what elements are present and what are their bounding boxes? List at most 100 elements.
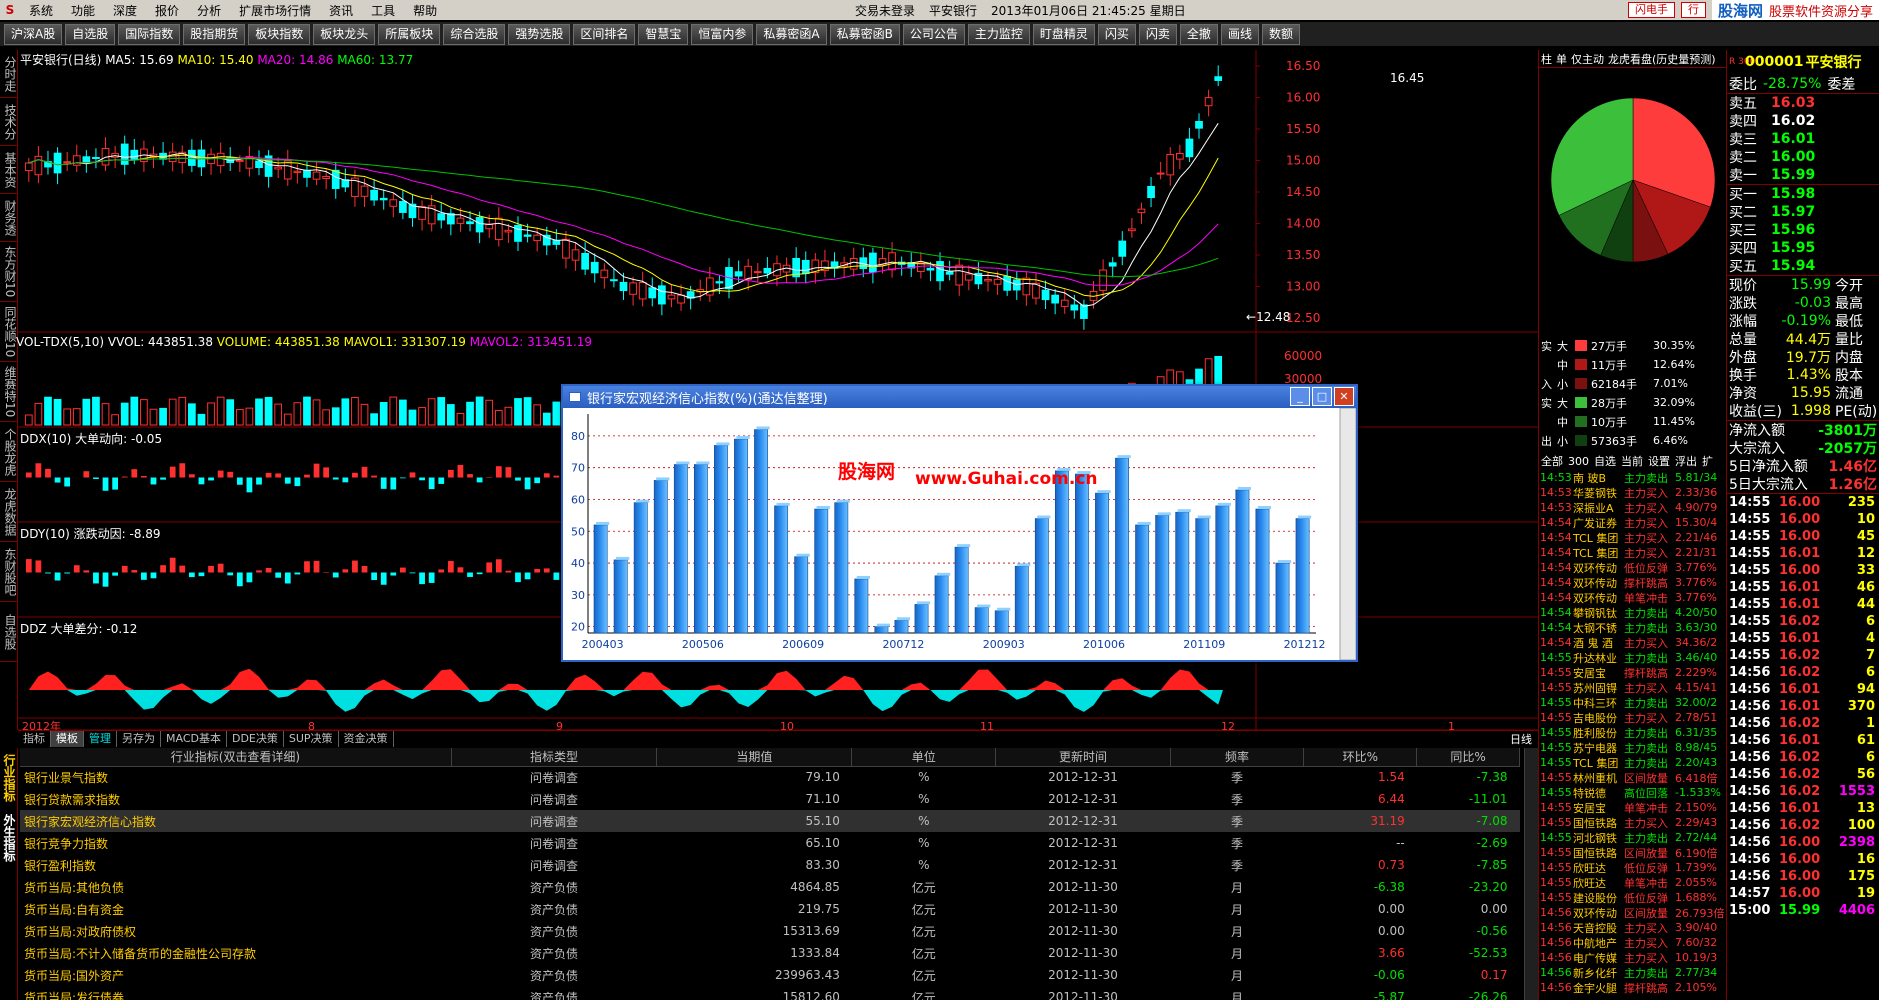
popup-scrollbar[interactable]	[1339, 408, 1356, 660]
radar-item[interactable]: 14:56 金宇火腿 撑杆跳高 2.105%	[1539, 980, 1727, 995]
radar-item[interactable]: 14:54 攀钢钒钛 主力卖出 4.20/50	[1539, 605, 1727, 620]
menu-item-2[interactable]: 深度	[104, 2, 146, 19]
radar-item[interactable]: 14:54 TCL 集团 主力买入 2.21/46	[1539, 530, 1727, 545]
radar-tab-0[interactable]: 全部	[1541, 453, 1563, 469]
table-row[interactable]: 货币当局:发行债券 资产负债 15812.60 亿元 2012-11-30 月 -5.87 -…	[20, 986, 1520, 1000]
table-row[interactable]: 货币当局:对政府债权 资产负债 15313.69 亿元 2012-11-30 月 0.00 -…	[20, 920, 1520, 942]
radar-item[interactable]: 14:54 酒 鬼 酒主力买入 34.36/2	[1539, 635, 1727, 650]
toolbar-button-3[interactable]: 股指期货	[183, 23, 246, 45]
flash-trade-button[interactable]: 闪电手	[1627, 2, 1675, 18]
radar-item[interactable]: 14:55 安居宝 撑杆跳高 2.229%	[1539, 665, 1727, 680]
left-tab-0[interactable]: 分时走势	[0, 50, 18, 98]
indicator-chart-window[interactable]: 银行家宏观经济信心指数(%)(通达信整理) _ □ ✕ 80 70 60 50 40 30…	[561, 384, 1358, 662]
right-mid-tab-3[interactable]: 龙虎看盘(历史量预测)	[1608, 51, 1716, 67]
table-row[interactable]: 银行贷款需求指数 问卷调查 71.10% 2012-12-31 季 6.44 -11.01	[20, 788, 1520, 810]
radar-tab-2[interactable]: 自选	[1594, 453, 1616, 469]
radar-item[interactable]: 14:55 欣旺达 低位反弹 1.739%	[1539, 860, 1727, 875]
radar-tab-1[interactable]: 300	[1568, 455, 1589, 468]
orderbook-row[interactable]: 卖一 15.99	[1727, 166, 1879, 184]
right-mid-tab-0[interactable]: 柱	[1541, 51, 1552, 67]
bottom-tab-3[interactable]: 另存为	[117, 731, 161, 747]
side-tab-industry[interactable]: 行业指标	[0, 748, 18, 808]
column-header-5[interactable]: 频率	[1170, 748, 1305, 767]
table-scrollbar[interactable]	[1524, 748, 1538, 1000]
toolbar-button-1[interactable]: 自选股	[65, 23, 116, 45]
orderbook-row[interactable]: 卖二 16.00	[1727, 148, 1879, 166]
radar-item[interactable]: 14:54 双环传动 低位反弹 3.776%	[1539, 560, 1727, 575]
right-mid-tab-2[interactable]: 仅主动	[1571, 51, 1604, 67]
radar-item[interactable]: 14:53 深振业A 主力买入 4.90/79	[1539, 500, 1727, 515]
orderbook-row[interactable]: 买五 15.94	[1727, 257, 1879, 275]
radar-item[interactable]: 14:55 中科三环 主力卖出 32.00/2	[1539, 695, 1727, 710]
radar-item[interactable]: 14:56 电广传媒 主力买入 10.19/3	[1539, 950, 1727, 965]
popup-titlebar[interactable]: 银行家宏观经济信心指数(%)(通达信整理) _ □ ✕	[563, 386, 1356, 408]
table-row[interactable]: 银行家宏观经济信心指数 问卷调查 55.10% 2012-12-31 季 31.19 -7.…	[20, 810, 1520, 832]
radar-item[interactable]: 14:56 中航地产 主力买入 7.60/32	[1539, 935, 1727, 950]
column-header-3[interactable]: 单位	[851, 748, 997, 767]
radar-item[interactable]: 14:55 林州重机 区间放量 6.418倍	[1539, 770, 1727, 785]
radar-item[interactable]: 14:55 国恒铁路 区间放量 6.190倍	[1539, 845, 1727, 860]
menu-item-3[interactable]: 报价	[146, 2, 188, 19]
radar-tab-5[interactable]: 浮出	[1675, 453, 1697, 469]
toolbar-button-7[interactable]: 综合选股	[443, 23, 506, 45]
toolbar-button-11[interactable]: 恒富内参	[691, 23, 754, 45]
column-header-1[interactable]: 指标类型	[451, 748, 658, 767]
radar-item[interactable]: 14:54 太钢不锈 主力卖出 3.63/30	[1539, 620, 1727, 635]
table-row[interactable]: 银行竞争力指数 问卷调查 65.10% 2012-12-31 季 -- -2.69	[20, 832, 1520, 854]
menu-item-5[interactable]: 扩展市场行情	[230, 2, 320, 19]
trade-login-status[interactable]: 交易未登录	[855, 2, 915, 19]
close-button[interactable]: ✕	[1334, 387, 1354, 406]
left-tab-4[interactable]: 东方财10	[0, 242, 18, 302]
radar-item[interactable]: 14:55 建设股份 低位反弹 1.688%	[1539, 890, 1727, 905]
toolbar-button-18[interactable]: 闪卖	[1138, 23, 1177, 45]
radar-item[interactable]: 14:54 广发证券 主力买入 15.30/4	[1539, 515, 1727, 530]
quote-button[interactable]: 行	[1680, 2, 1706, 18]
radar-item[interactable]: 14:56 双环传动 区间放量 26.793倍	[1539, 905, 1727, 920]
left-tab-5[interactable]: 同花顺10	[0, 302, 18, 362]
radar-item[interactable]: 14:55 国恒铁路 主力买入 2.29/43	[1539, 815, 1727, 830]
bottom-tab-6[interactable]: SUP决策	[284, 731, 339, 747]
toolbar-button-14[interactable]: 公司公告	[902, 23, 965, 45]
toolbar-button-4[interactable]: 板块指数	[248, 23, 311, 45]
toolbar-button-5[interactable]: 板块龙头	[313, 23, 376, 45]
orderbook-row[interactable]: 买一 15.98	[1727, 185, 1879, 203]
maximize-button[interactable]: □	[1312, 387, 1332, 406]
bottom-tab-0[interactable]: 指标	[18, 731, 51, 747]
radar-tab-3[interactable]: 当前	[1621, 453, 1643, 469]
left-tab-6[interactable]: 维赛特10	[0, 362, 18, 422]
table-row[interactable]: 货币当局:国外资产 资产负债 239963.43 亿元 2012-11-30 月 -0.06…	[20, 964, 1520, 986]
menu-item-0[interactable]: 系统	[20, 2, 62, 19]
radar-item[interactable]: 14:55 吉电股份 主力买入 2.78/51	[1539, 710, 1727, 725]
radar-item[interactable]: 14:54 TCL 集团 主力买入 2.21/31	[1539, 545, 1727, 560]
left-tab-3[interactable]: 财务透视	[0, 194, 18, 242]
left-tab-9[interactable]: 东财股吧	[0, 542, 18, 602]
radar-item[interactable]: 14:55 苏州固锝 主力买入 4.15/41	[1539, 680, 1727, 695]
radar-item[interactable]: 14:55 苏宁电器 主力卖出 8.98/45	[1539, 740, 1727, 755]
column-header-6[interactable]: 环比%	[1303, 748, 1418, 767]
toolbar-button-8[interactable]: 强势选股	[508, 23, 571, 45]
toolbar-button-0[interactable]: 沪深A股	[4, 23, 63, 45]
toolbar-button-10[interactable]: 智慧宝	[638, 23, 689, 45]
orderbook-row[interactable]: 买四 15.95	[1727, 239, 1879, 257]
radar-item[interactable]: 14:55 TCL 集团 主力卖出 2.20/43	[1539, 755, 1727, 770]
side-tab-external[interactable]: 外生指标	[0, 808, 18, 868]
toolbar-button-2[interactable]: 国际指数	[118, 23, 181, 45]
radar-item[interactable]: 14:56 天音控股 主力买入 3.90/40	[1539, 920, 1727, 935]
radar-item[interactable]: 14:55 河北钢铁 主力卖出 2.72/44	[1539, 830, 1727, 845]
toolbar-button-20[interactable]: 画线	[1220, 23, 1259, 45]
radar-item[interactable]: 14:53 华菱钢铁 主力买入 2.33/36	[1539, 485, 1727, 500]
toolbar-button-15[interactable]: 主力监控	[967, 23, 1030, 45]
menu-item-4[interactable]: 分析	[188, 2, 230, 19]
toolbar-button-17[interactable]: 闪买	[1097, 23, 1136, 45]
toolbar-button-12[interactable]: 私募密函A	[756, 23, 827, 45]
bottom-tab-7[interactable]: 资金决策	[339, 731, 394, 747]
menu-item-1[interactable]: 功能	[62, 2, 104, 19]
bottom-tab-2[interactable]: 管理	[84, 731, 117, 747]
radar-item[interactable]: 14:54 双环传动 撑杆跳高 3.776%	[1539, 575, 1727, 590]
radar-tab-6[interactable]: 扩	[1702, 453, 1713, 469]
radar-item[interactable]: 14:55 胜利股份 主力卖出 6.31/35	[1539, 725, 1727, 740]
toolbar-button-16[interactable]: 盯盘精灵	[1032, 23, 1095, 45]
table-row[interactable]: 银行盈利指数 问卷调查 83.30% 2012-12-31 季 0.73 -7.85	[20, 854, 1520, 876]
column-header-0[interactable]: 行业指标(双击查看详细)	[20, 748, 452, 767]
radar-item[interactable]: 14:55 升达林业 主力卖出 3.46/40	[1539, 650, 1727, 665]
